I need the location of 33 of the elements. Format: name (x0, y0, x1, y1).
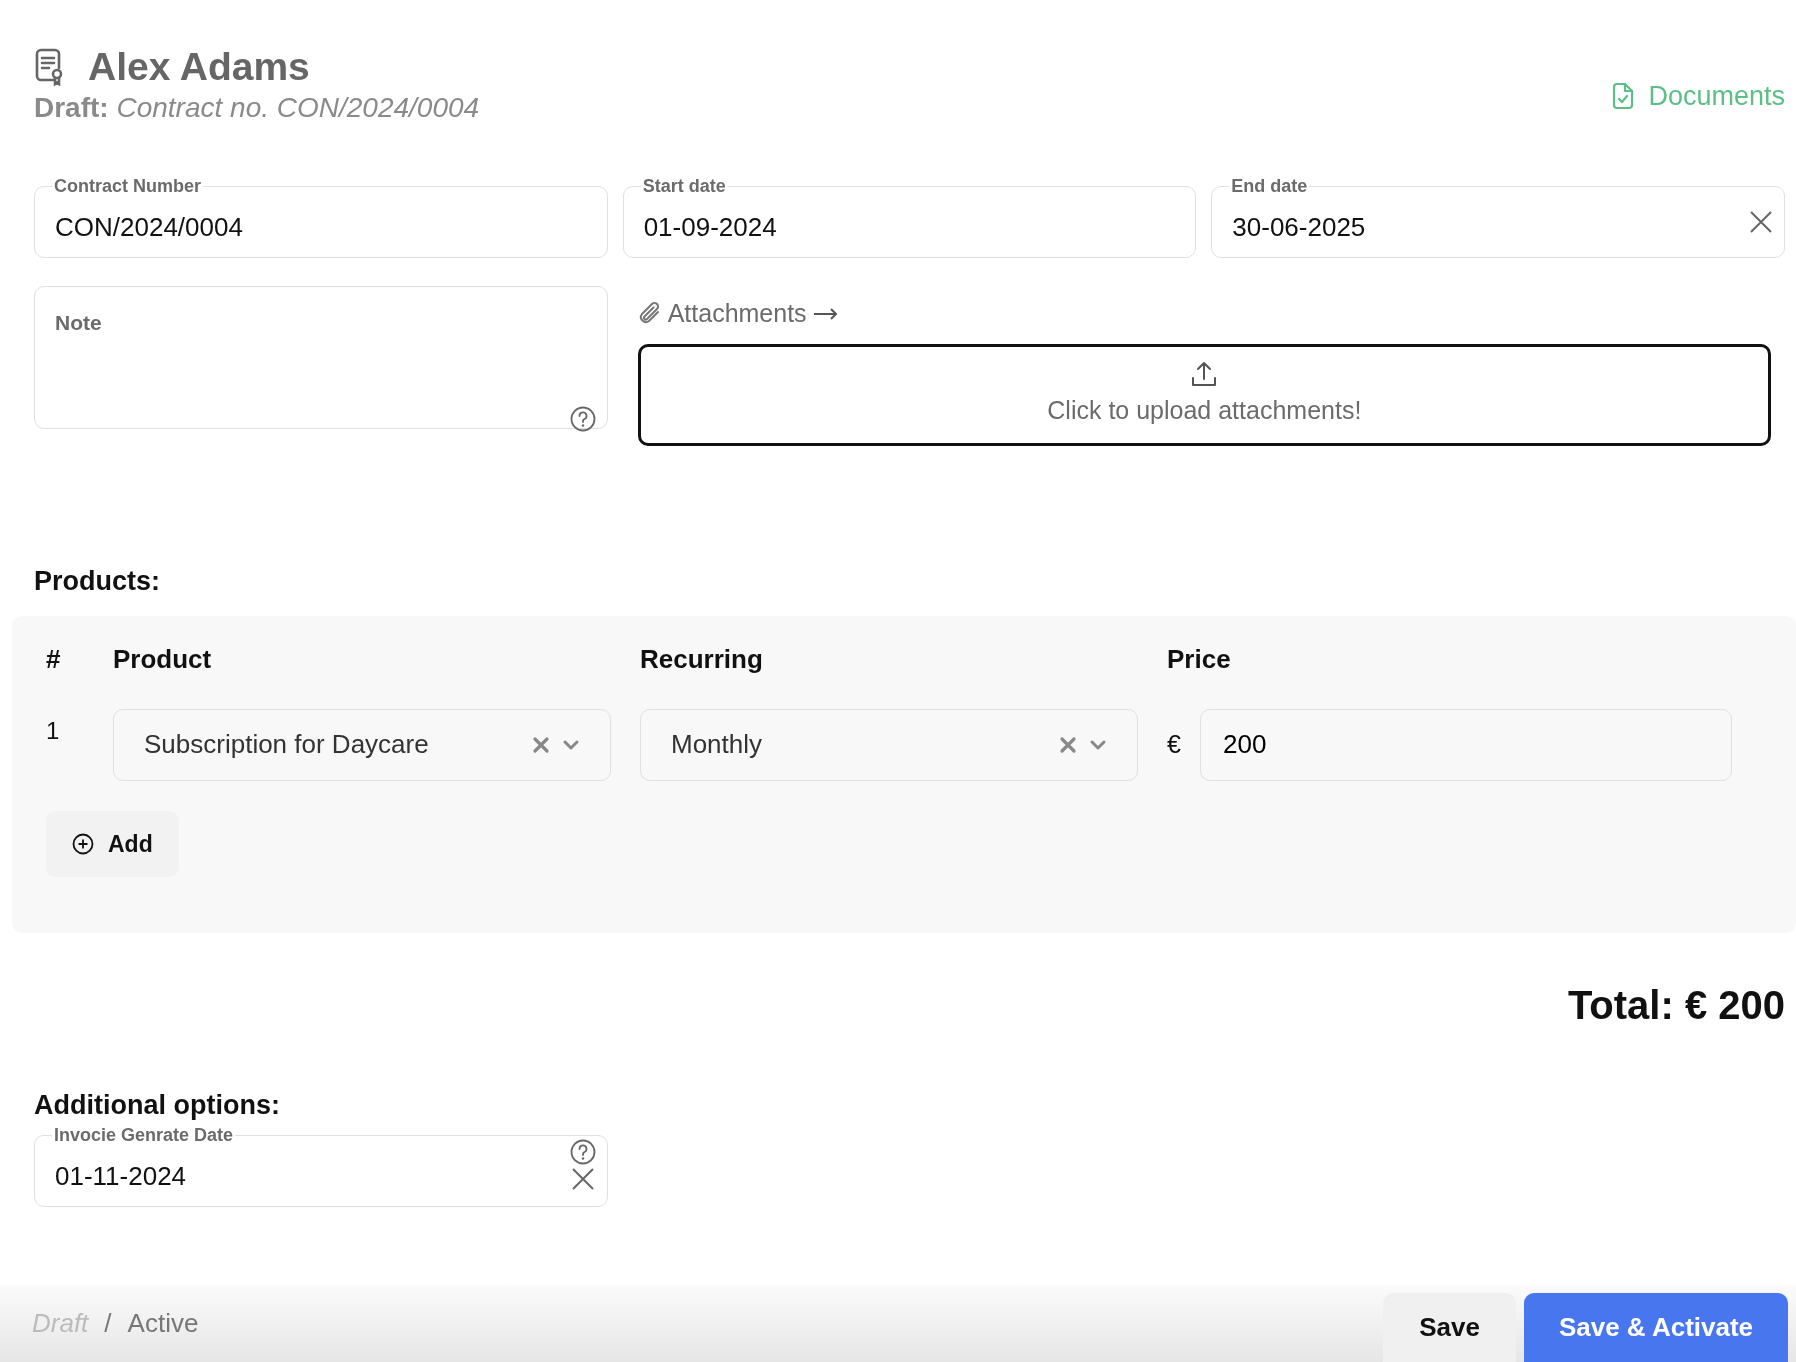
total-amount: Total: € 200 (1566, 982, 1785, 1030)
contract-subtitle: Draft: Contract no. CON/2024/0004 (34, 90, 480, 125)
chevron-down-icon[interactable] (562, 738, 580, 751)
document-icon (34, 48, 64, 87)
clear-icon[interactable] (532, 735, 550, 754)
section-heading: Products: (34, 565, 161, 598)
status-step[interactable]: Active (127, 1304, 199, 1343)
column-header: # (46, 642, 62, 676)
price-field[interactable]: 200 (1200, 708, 1732, 781)
upload-dropzone[interactable]: Click to upload attachments! (637, 344, 1771, 447)
arrow-right-icon (812, 307, 839, 322)
chevron-down-icon[interactable] (1089, 738, 1107, 751)
add-button[interactable]: Add (46, 810, 179, 878)
upload-icon (1191, 360, 1218, 389)
contract-holder-name: Alex Adams (88, 44, 310, 90)
attachments-link[interactable]: Attachments (637, 295, 839, 333)
clear-icon[interactable] (1749, 210, 1773, 235)
note-field[interactable]: Note (34, 286, 608, 430)
clear-icon[interactable] (570, 1167, 595, 1192)
column-header: Product (113, 642, 213, 676)
row-number: 1 (46, 715, 61, 746)
product-select[interactable]: Subscription for Daycare (113, 708, 611, 781)
section-heading: Additional options: (34, 1089, 281, 1122)
column-header: Recurring (640, 642, 764, 676)
plus-circle-icon (72, 832, 94, 855)
breadcrumb-separator: / (104, 1307, 112, 1340)
recurring-select[interactable]: Monthly (640, 708, 1138, 781)
save-and-activate-button[interactable]: Save & Activate (1524, 1293, 1788, 1362)
document-check-icon (1612, 82, 1635, 111)
save-button[interactable]: Save (1383, 1293, 1516, 1362)
currency-symbol: € (1167, 728, 1182, 760)
column-header: Price (1167, 642, 1232, 676)
clear-icon[interactable] (1059, 735, 1077, 754)
